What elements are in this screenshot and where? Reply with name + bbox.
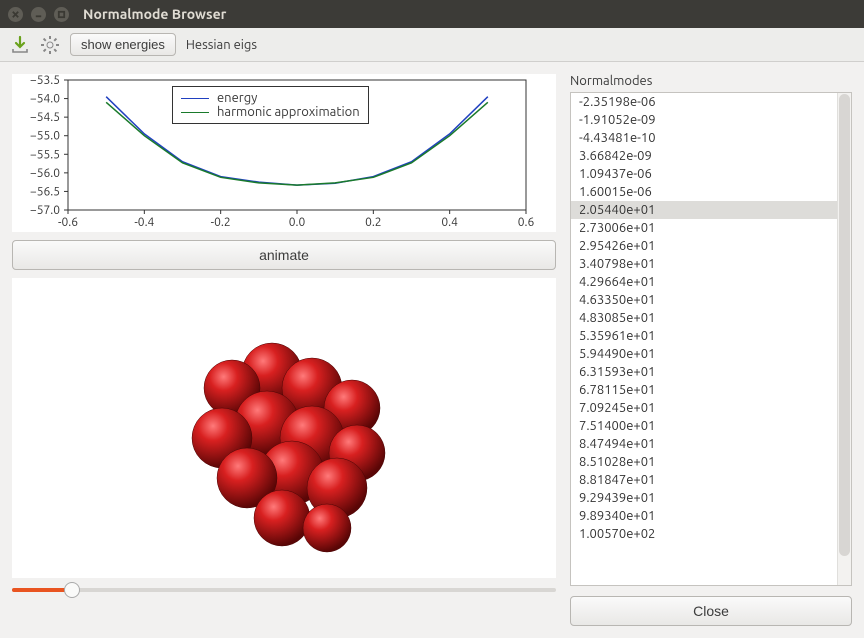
list-item[interactable]: 4.83085e+01 (571, 309, 837, 327)
svg-text:-0.6: -0.6 (58, 216, 78, 229)
list-item[interactable]: 4.29664e+01 (571, 273, 837, 291)
list-item[interactable]: 6.31593e+01 (571, 363, 837, 381)
svg-text:−57.0: −57.0 (30, 204, 60, 217)
svg-text:-0.4: -0.4 (134, 216, 154, 229)
svg-text:−56.0: −56.0 (30, 167, 60, 180)
list-item[interactable]: 7.51400e+01 (571, 417, 837, 435)
list-item[interactable]: 1.09437e-06 (571, 165, 837, 183)
normalmodes-list[interactable]: -2.35198e-06-1.91052e-09-4.43481e-103.66… (570, 92, 852, 586)
left-column: -0.6 -0.4 -0.2 0.0 0.2 0.4 0.6 −53.5 −54.0 −54.5 −… (12, 74, 556, 626)
svg-text:−53.5: −53.5 (30, 74, 60, 87)
svg-text:−56.5: −56.5 (30, 185, 60, 198)
window-title: Normalmode Browser (83, 6, 226, 22)
list-item[interactable]: 2.05440e+01 (571, 201, 837, 219)
svg-text:−54.0: −54.0 (30, 93, 60, 106)
list-item[interactable]: 5.35961e+01 (571, 327, 837, 345)
list-item[interactable]: 5.94490e+01 (571, 345, 837, 363)
frame-slider[interactable] (12, 588, 556, 592)
molecule-viewer[interactable] (12, 278, 556, 578)
svg-text:0.6: 0.6 (518, 216, 535, 229)
list-item[interactable]: 2.73006e+01 (571, 219, 837, 237)
normalmodes-label: Normalmodes (570, 74, 852, 88)
svg-text:−55.0: −55.0 (30, 130, 60, 143)
main-panel: -0.6 -0.4 -0.2 0.0 0.2 0.4 0.6 −53.5 −54.0 −54.5 −… (0, 62, 864, 638)
legend-label: energy (217, 91, 257, 105)
list-scrollbar[interactable] (837, 93, 851, 585)
chart-legend: energyharmonic approximation (172, 86, 369, 124)
svg-text:−54.5: −54.5 (30, 111, 60, 124)
list-item[interactable]: 6.78115e+01 (571, 381, 837, 399)
animate-button[interactable]: animate (12, 240, 556, 270)
list-item[interactable]: 7.09245e+01 (571, 399, 837, 417)
list-item[interactable]: 2.95426e+01 (571, 237, 837, 255)
svg-text:-0.2: -0.2 (211, 216, 231, 229)
list-item[interactable]: 9.29439e+01 (571, 489, 837, 507)
titlebar: Normalmode Browser (0, 0, 864, 28)
list-item[interactable]: 3.66842e-09 (571, 147, 837, 165)
list-item[interactable]: 1.00570e+02 (571, 525, 837, 543)
svg-text:0.0: 0.0 (289, 216, 306, 229)
list-item[interactable]: 8.81847e+01 (571, 471, 837, 489)
legend-label: harmonic approximation (217, 105, 360, 119)
window-minimize-button[interactable] (31, 7, 46, 22)
list-item[interactable]: 8.51028e+01 (571, 453, 837, 471)
download-icon[interactable] (10, 35, 30, 55)
list-item[interactable]: 1.60015e-06 (571, 183, 837, 201)
toolbar: show energies Hessian eigs (0, 28, 864, 62)
window-close-button[interactable] (8, 7, 23, 22)
svg-text:0.4: 0.4 (441, 216, 458, 229)
right-column: Normalmodes -2.35198e-06-1.91052e-09-4.4… (570, 74, 852, 626)
svg-text:−55.5: −55.5 (30, 148, 60, 161)
gear-icon[interactable] (40, 35, 60, 55)
list-item[interactable]: 9.89340e+01 (571, 507, 837, 525)
show-energies-button[interactable]: show energies (70, 33, 176, 56)
window-maximize-button[interactable] (54, 7, 69, 22)
slider-thumb[interactable] (64, 582, 80, 598)
svg-text:0.2: 0.2 (365, 216, 382, 229)
list-item[interactable]: -4.43481e-10 (571, 129, 837, 147)
list-item[interactable]: 4.63350e+01 (571, 291, 837, 309)
list-item[interactable]: 3.40798e+01 (571, 255, 837, 273)
list-item[interactable]: 8.47494e+01 (571, 435, 837, 453)
list-item[interactable]: -2.35198e-06 (571, 93, 837, 111)
energy-chart: -0.6 -0.4 -0.2 0.0 0.2 0.4 0.6 −53.5 −54.0 −54.5 −… (12, 74, 556, 232)
close-button[interactable]: Close (570, 596, 852, 626)
hessian-eigs-label: Hessian eigs (186, 38, 257, 52)
list-item[interactable]: -1.91052e-09 (571, 111, 837, 129)
